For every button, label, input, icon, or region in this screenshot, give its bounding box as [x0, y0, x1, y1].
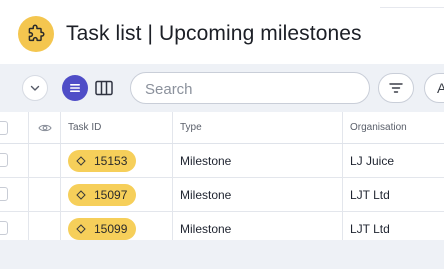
organisation: LJT Ltd: [350, 188, 390, 202]
diamond-icon: [76, 224, 86, 234]
task-id-badge[interactable]: 15097: [68, 184, 137, 206]
table-row[interactable]: 15153 Milestone LJ Juice: [0, 144, 444, 178]
column-divider: [60, 178, 61, 211]
column-divider: [28, 144, 29, 177]
task-table: Task ID Type Organisation 15153 Mileston…: [0, 112, 444, 246]
filter-icon: [389, 83, 403, 93]
table-row[interactable]: 15097 Milestone LJT Ltd: [0, 178, 444, 212]
column-divider: [28, 178, 29, 211]
column-divider: [60, 112, 61, 143]
task-id-badge[interactable]: 15099: [68, 218, 137, 240]
column-divider: [172, 178, 173, 211]
select-all-checkbox[interactable]: [0, 121, 8, 135]
search-box: [130, 72, 370, 104]
task-id-badge[interactable]: 15153: [68, 150, 137, 172]
list-view-button[interactable]: [62, 75, 88, 101]
column-divider: [172, 112, 173, 143]
task-id: 15097: [94, 188, 128, 202]
column-divider: [342, 144, 343, 177]
task-id: 15153: [94, 154, 128, 168]
columns-view-button[interactable]: [94, 78, 114, 98]
page-header: Task list | Upcoming milestones: [0, 0, 444, 64]
list-view-icon: [70, 84, 80, 92]
diamond-icon: [76, 156, 86, 166]
diamond-icon: [76, 190, 86, 200]
column-divider: [342, 178, 343, 211]
collapse-button[interactable]: [22, 75, 48, 101]
column-header-type[interactable]: Type: [180, 122, 202, 133]
task-type: Milestone: [180, 222, 232, 236]
puzzle-icon: [18, 16, 54, 52]
column-divider: [28, 112, 29, 143]
column-header-task-id[interactable]: Task ID: [68, 122, 101, 133]
search-input[interactable]: [145, 79, 355, 99]
chevron-down-icon: [30, 85, 40, 91]
column-divider: [60, 144, 61, 177]
table-footer-area: [0, 240, 444, 269]
row-checkbox[interactable]: [0, 153, 8, 167]
task-type: Milestone: [180, 154, 232, 168]
organisation: LJ Juice: [350, 154, 395, 168]
more-actions-button[interactable]: A: [424, 73, 444, 103]
task-type: Milestone: [180, 188, 232, 202]
page-title: Task list | Upcoming milestones: [66, 22, 362, 45]
column-divider: [342, 112, 343, 143]
task-list-page: Task list | Upcoming milestones Search A…: [0, 0, 444, 269]
column-header-organisation[interactable]: Organisation: [350, 122, 407, 133]
row-checkbox[interactable]: [0, 187, 8, 201]
column-divider: [172, 144, 173, 177]
filter-button[interactable]: [378, 73, 414, 103]
top-divider: [380, 0, 444, 8]
organisation: LJT Ltd: [350, 222, 390, 236]
task-id: 15099: [94, 222, 128, 236]
toolbar: A: [0, 64, 444, 112]
eye-icon[interactable]: [38, 122, 52, 134]
columns-view-icon: [95, 80, 113, 96]
row-checkbox[interactable]: [0, 221, 8, 235]
table-header-row: Task ID Type Organisation: [0, 112, 444, 144]
